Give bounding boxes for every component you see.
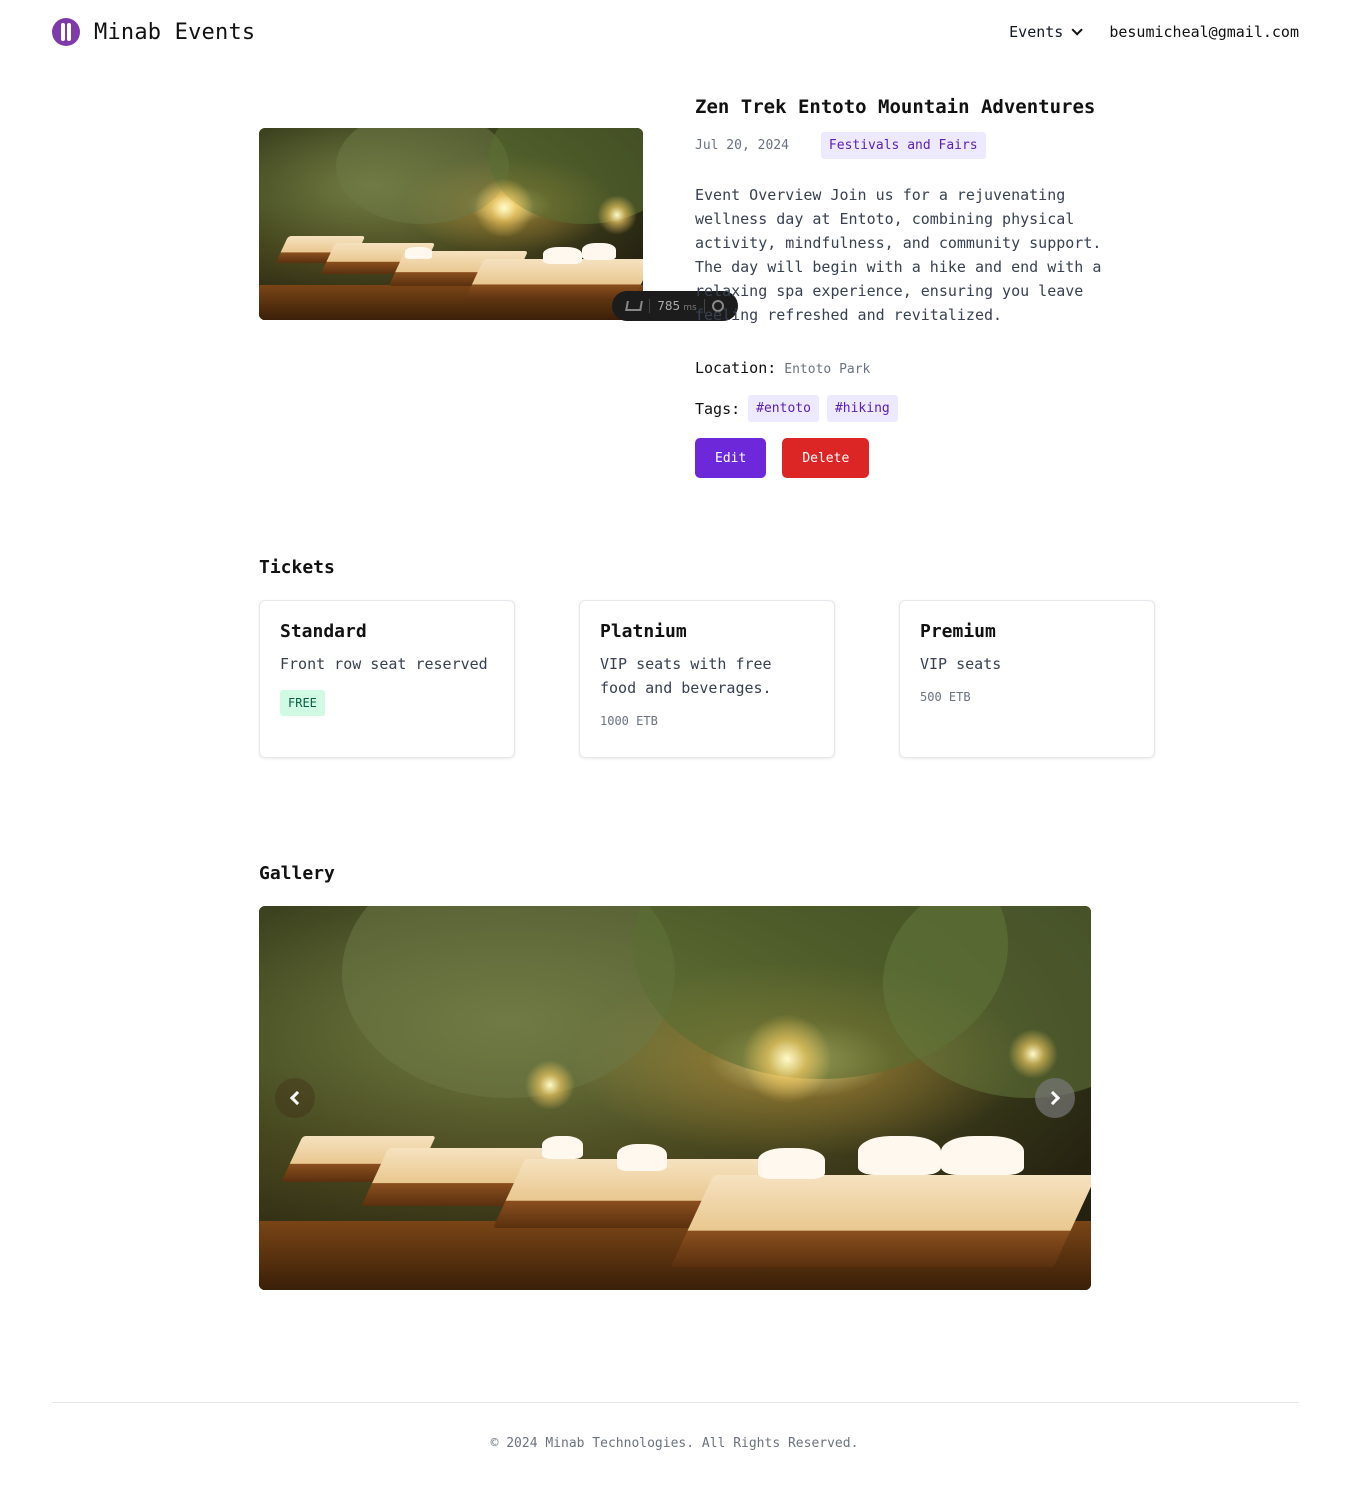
logo-icon — [52, 18, 80, 46]
ticket-card: Platnium VIP seats with free food and be… — [579, 600, 835, 758]
gallery-carousel — [259, 906, 1091, 1290]
event-cover-image — [259, 128, 643, 320]
events-dropdown[interactable]: Events — [1009, 23, 1084, 41]
copyright-text: © 2024 Minab Technologies. All Rights Re… — [490, 1436, 859, 1451]
event-title: Zen Trek Entoto Mountain Adventures — [695, 96, 1096, 118]
tags-label: Tags: — [695, 399, 741, 418]
category-badge: Festivals and Fairs — [820, 132, 986, 159]
tag-badge: #entoto — [748, 395, 819, 422]
chevron-down-icon — [1071, 24, 1084, 36]
tickets-list: Standard Front row seat reserved FREE Pl… — [259, 600, 1155, 758]
delete-button[interactable]: Delete — [782, 438, 870, 478]
event-meta: Jul 20, 2024 Festivals and Fairs — [695, 132, 1115, 159]
edit-button[interactable]: Edit — [695, 438, 767, 478]
event-actions: Edit Delete — [695, 438, 1115, 478]
gallery-next-button[interactable] — [1035, 1078, 1075, 1118]
ticket-card: Standard Front row seat reserved FREE — [259, 600, 515, 758]
gallery-prev-button[interactable] — [275, 1078, 315, 1118]
render-time: 785 — [657, 299, 681, 313]
chevron-left-icon — [289, 1090, 305, 1106]
event-tags: Tags: #entoto #hiking — [695, 395, 1115, 422]
user-email-link[interactable]: besumicheal@gmail.com — [1109, 23, 1299, 41]
brand-link[interactable]: Minab Events — [52, 18, 255, 46]
ticket-price-badge: FREE — [280, 690, 325, 716]
ticket-description: VIP seats — [920, 655, 1002, 673]
event-description: Event Overview Join us for a rejuvenatin… — [695, 186, 1102, 324]
ticket-price: 1000 ETB — [600, 714, 658, 728]
ticket-card: Premium VIP seats 500 ETB — [899, 600, 1155, 758]
event-date: Jul 20, 2024 — [695, 138, 789, 153]
site-header: Minab Events Events besumicheal@gmail.co… — [52, 14, 1299, 50]
site-footer: © 2024 Minab Technologies. All Rights Re… — [0, 1436, 1349, 1451]
ticket-description: Front row seat reserved — [280, 655, 488, 673]
main-nav: Events besumicheal@gmail.com — [1009, 23, 1299, 41]
tickets-heading: Tickets — [259, 557, 335, 578]
chevron-right-icon — [1045, 1090, 1061, 1106]
event-location: Location: Entoto Park — [695, 359, 1115, 377]
event-details: Zen Trek Entoto Mountain Adventures Jul … — [695, 96, 1115, 478]
ticket-description: VIP seats with free food and beverages. — [600, 655, 772, 697]
location-value: Entoto Park — [784, 362, 871, 377]
gallery-heading: Gallery — [259, 863, 335, 884]
location-label: Location: — [695, 359, 777, 377]
ticket-name: Platnium — [600, 621, 687, 642]
gallery-image — [259, 906, 1091, 1290]
ticket-name: Premium — [920, 621, 996, 642]
ticket-price: 500 ETB — [920, 690, 971, 704]
events-dropdown-label: Events — [1009, 23, 1064, 41]
spa-photo — [259, 128, 643, 320]
nuxt-logo-icon — [624, 301, 643, 311]
ticket-name: Standard — [280, 621, 367, 642]
footer-divider — [52, 1402, 1299, 1403]
tag-badge: #hiking — [826, 395, 898, 422]
brand-name: Minab Events — [94, 19, 256, 45]
